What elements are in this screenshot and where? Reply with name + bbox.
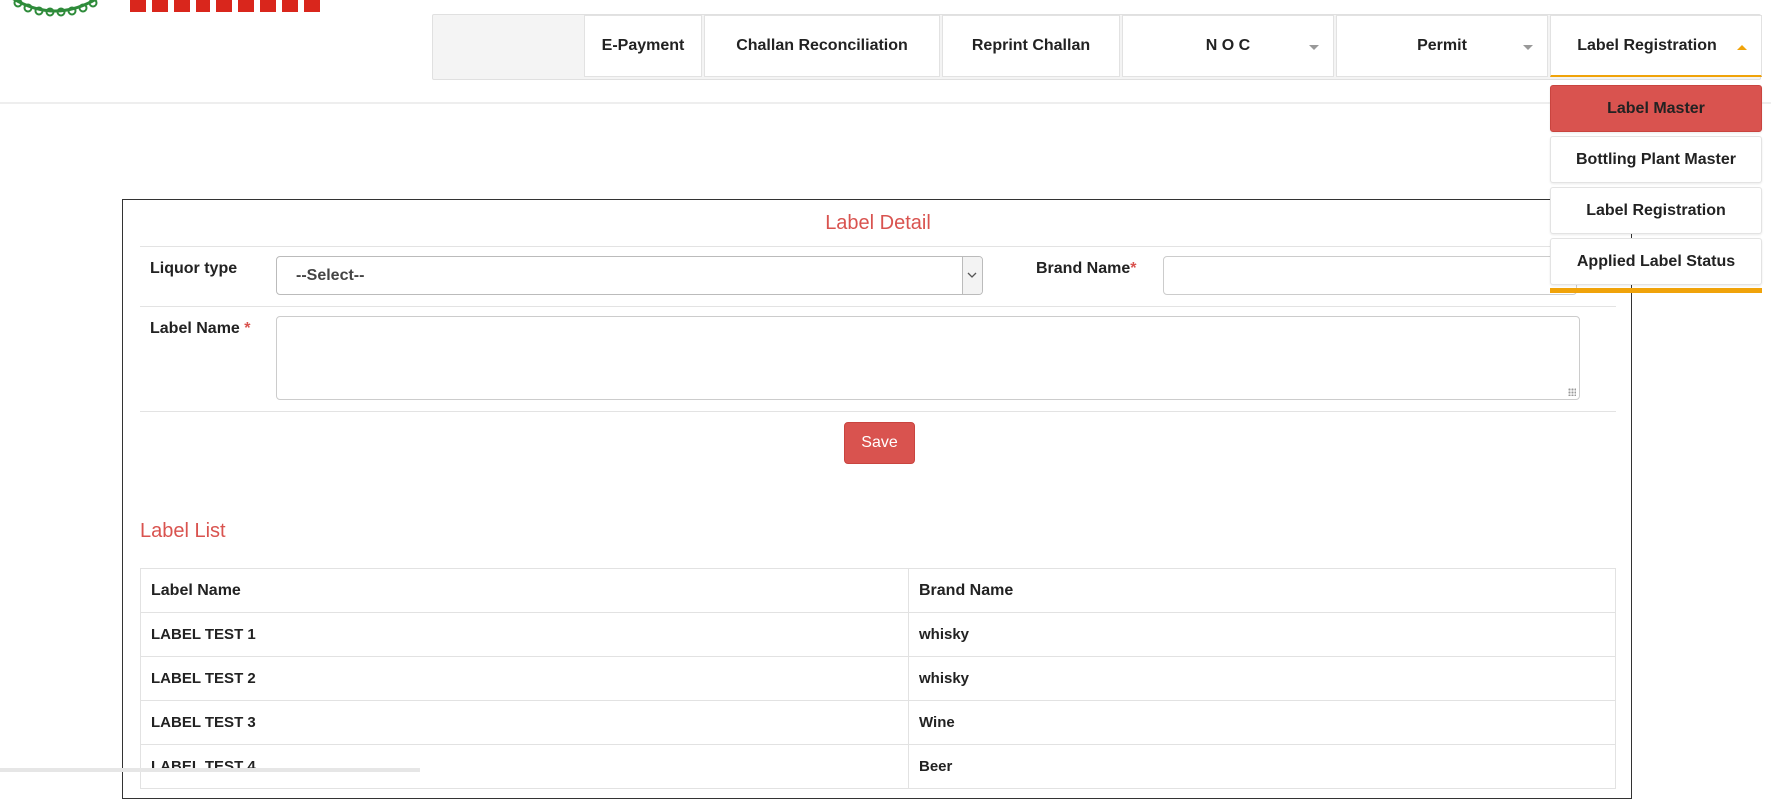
nav-challan-reconciliation-label: Challan Reconciliation xyxy=(736,37,908,54)
nav-label-registration-label: Label Registration xyxy=(1577,36,1717,54)
cell-label-name: LABEL TEST 2 xyxy=(140,656,909,701)
nav-label-registration[interactable]: Label Registration xyxy=(1550,15,1762,77)
menu-item-label: Applied Label Status xyxy=(1576,252,1736,270)
menu-item-label-registration[interactable]: Label Registration xyxy=(1550,187,1762,234)
cell-label-name: LABEL TEST 4 xyxy=(140,744,909,789)
menu-item-label-master[interactable]: Label Master xyxy=(1550,85,1762,132)
label-name-textarea[interactable] xyxy=(276,316,1580,400)
divider xyxy=(140,411,1616,412)
nav-permit-label: Permit xyxy=(1417,37,1467,54)
menu-item-label: Bottling Plant Master xyxy=(1575,150,1736,168)
menu-item-label: Label Master xyxy=(1607,99,1705,117)
nav-reprint-challan[interactable]: Reprint Challan xyxy=(942,15,1120,77)
cell-brand-name: whisky xyxy=(908,656,1616,701)
caret-down-icon xyxy=(1523,45,1533,50)
nav-e-payment[interactable]: E-Payment xyxy=(584,15,702,77)
table-row: LABEL TEST 2 whisky xyxy=(140,656,1616,701)
brand-name-label: Brand Name* xyxy=(1036,260,1136,278)
menu-item-applied-label-status[interactable]: Applied Label Status xyxy=(1550,238,1762,285)
divider xyxy=(140,306,1616,307)
header-divider xyxy=(0,102,1771,104)
cell-brand-name: whisky xyxy=(908,612,1616,657)
browser-status-bar xyxy=(0,768,420,772)
table-row: LABEL TEST 4 Beer xyxy=(140,744,1616,789)
required-marker: * xyxy=(244,320,251,337)
table-header-row: Label Name Brand Name xyxy=(140,568,1616,613)
liquor-type-selected-value: --Select-- xyxy=(296,267,365,284)
nav-noc-label: N O C xyxy=(1205,37,1251,54)
column-header-label-name: Label Name xyxy=(140,568,909,613)
liquor-type-label: Liquor type xyxy=(150,260,238,277)
nav-permit[interactable]: Permit xyxy=(1336,15,1548,77)
table-row: LABEL TEST 3 Wine xyxy=(140,700,1616,745)
caret-up-icon xyxy=(1737,45,1747,50)
label-name-label: Label Name * xyxy=(150,320,251,338)
required-marker: * xyxy=(1130,260,1137,277)
label-list-table: Label Name Brand Name LABEL TEST 1 whisk… xyxy=(140,568,1616,789)
department-title-cropped xyxy=(130,0,320,12)
chevron-down-icon[interactable] xyxy=(962,257,982,294)
cell-label-name: LABEL TEST 3 xyxy=(140,700,909,745)
cell-brand-name: Wine xyxy=(908,700,1616,745)
column-header-brand-name: Brand Name xyxy=(908,568,1616,613)
menu-item-label: Label Registration xyxy=(1586,201,1726,219)
save-button[interactable]: Save xyxy=(844,422,915,464)
nav-reprint-challan-label: Reprint Challan xyxy=(971,37,1091,54)
panel-title: Label Detail xyxy=(825,212,931,234)
label-name-label-text: Label Name xyxy=(150,320,245,337)
brand-name-label-text: Brand Name xyxy=(1036,260,1131,277)
nav-e-payment-label: E-Payment xyxy=(601,37,685,54)
emblem-logo-icon xyxy=(12,0,98,17)
liquor-type-select[interactable]: --Select-- xyxy=(276,256,983,295)
divider xyxy=(140,246,1616,247)
nav-challan-reconciliation[interactable]: Challan Reconciliation xyxy=(704,15,940,77)
cell-brand-name: Beer xyxy=(908,744,1616,789)
cell-label-name: LABEL TEST 1 xyxy=(140,612,909,657)
label-detail-panel: Label Detail Liquor type --Select-- Bran… xyxy=(122,199,1632,799)
label-registration-dropdown: Label Master Bottling Plant Master Label… xyxy=(1550,85,1762,294)
label-list-title: Label List xyxy=(140,520,226,542)
menu-item-bottling-plant-master[interactable]: Bottling Plant Master xyxy=(1550,136,1762,183)
nav-noc[interactable]: N O C xyxy=(1122,15,1334,77)
caret-down-icon xyxy=(1309,45,1319,50)
brand-name-input[interactable] xyxy=(1163,256,1577,295)
dropdown-accent-bar xyxy=(1550,288,1762,293)
table-row: LABEL TEST 1 whisky xyxy=(140,612,1616,657)
resize-grip-icon[interactable] xyxy=(1568,388,1576,396)
